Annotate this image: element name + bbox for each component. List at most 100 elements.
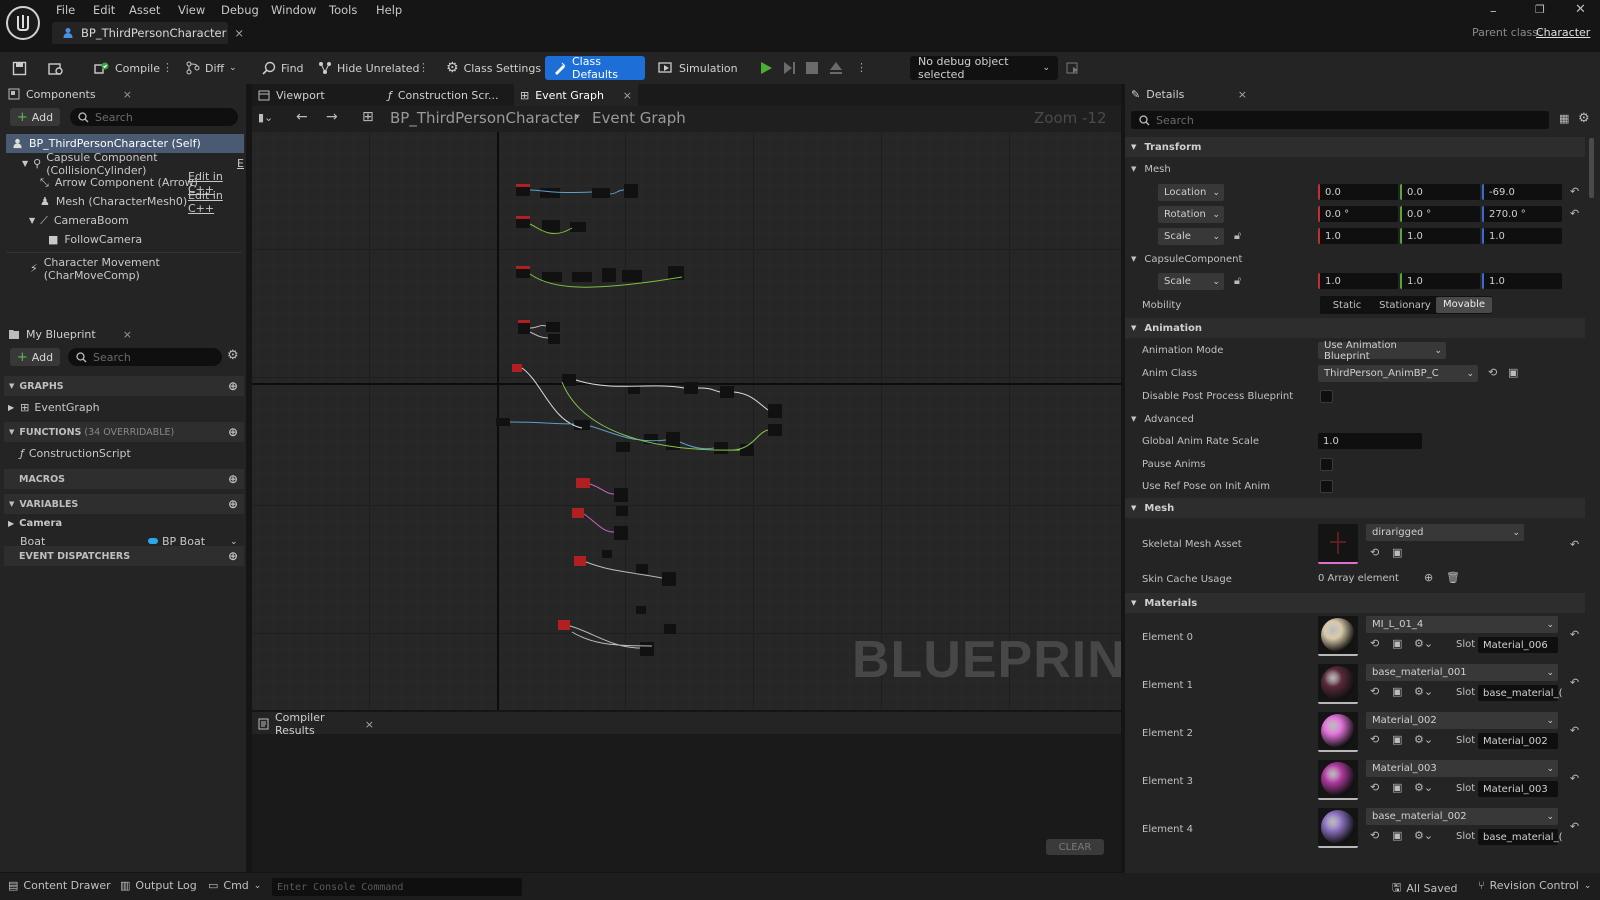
details-search-input[interactable]: Search [1131,111,1549,129]
global-rate-field[interactable]: 1.0 [1318,433,1422,449]
material-thumbnail[interactable] [1318,664,1358,704]
menu-edit[interactable]: Edit [93,3,115,17]
browse-folder-icon[interactable]: ▣ [1392,781,1402,794]
use-selected-icon[interactable]: ⟲ [1370,829,1379,842]
ref-pose-checkbox[interactable] [1320,480,1333,493]
macros-section[interactable]: MACROS ⊕ [4,469,244,489]
mesh-subsection[interactable]: ▼ Mesh [1125,158,1585,180]
browse-folder-icon[interactable]: ▣ [1392,546,1402,559]
material-dropdown[interactable]: MI_L_01_4 ⌄ [1366,616,1558,633]
back-arrow-icon[interactable]: ← [296,109,308,125]
event-dispatchers-section[interactable]: EVENT DISPATCHERS ⊕ [4,546,244,566]
skeletal-mesh-dropdown[interactable]: dirarigged ⌄ [1366,524,1524,541]
unreal-logo-icon[interactable] [6,6,40,40]
table-view-icon[interactable]: ▦ [1559,112,1569,125]
material-dropdown[interactable]: Material_002 ⌄ [1366,712,1558,729]
menu-file[interactable]: File [56,3,75,17]
menu-window[interactable]: Window [271,3,316,17]
restore-icon[interactable]: ❐ [1535,3,1545,16]
close-icon[interactable]: × [1238,88,1247,101]
mobility-toggle[interactable]: Static Stationary Movable [1320,296,1492,314]
node-cluster-movement[interactable] [516,184,638,198]
node-cluster-boat[interactable] [496,364,782,456]
function-item-constructionscript[interactable]: ƒ ConstructionScript [0,444,244,463]
material-thumbnail[interactable] [1318,808,1358,848]
variables-section[interactable]: ▼ VARIABLES ⊕ [4,494,244,514]
node-cluster-jump[interactable] [516,266,684,288]
output-log-button[interactable]: ▥ Output Log [120,879,197,892]
use-selected-icon[interactable]: ⟲ [1370,637,1379,650]
material-thumbnail[interactable] [1318,616,1358,656]
use-selected-icon[interactable]: ⟲ [1488,366,1497,379]
component-item-mesh[interactable]: ♟ Mesh (CharacterMesh0) Edit in C++ [0,189,244,215]
tab-event-graph[interactable]: ⊞ Event Graph × [514,84,638,106]
scale-mode-dropdown[interactable]: Scale ⌄ [1158,228,1224,245]
pause-anims-checkbox[interactable] [1320,458,1333,471]
use-selected-icon[interactable]: ⟲ [1370,733,1379,746]
location-x-field[interactable]: 0.0 [1318,184,1398,200]
advanced-subsection[interactable]: ▼ Advanced [1125,408,1585,430]
browse-folder-icon[interactable]: ▣ [1392,637,1402,650]
browse-folder-icon[interactable]: ▣ [1508,366,1518,379]
my-blueprint-search-input[interactable]: Search [68,348,222,366]
close-icon[interactable]: × [123,328,132,341]
material-dropdown[interactable]: Material_003 ⌄ [1366,760,1558,777]
clear-button[interactable]: CLEAR [1046,839,1104,855]
debug-browse-button[interactable] [1066,56,1080,80]
breadcrumb-root[interactable]: BP_ThirdPersonCharacter [390,109,580,127]
slot-name-field[interactable]: base_material_( [1478,685,1562,701]
disable-post-checkbox[interactable] [1320,390,1333,403]
class-settings-button[interactable]: ⚙ Class Settings [446,56,541,80]
reset-icon[interactable]: ↶ [1570,185,1579,198]
lock-icon[interactable]: 🔓︎ [1234,229,1241,243]
components-tab[interactable]: Components × [8,84,132,104]
rotation-mode-dropdown[interactable]: Rotation ⌄ [1158,206,1224,223]
add-dispatcher-icon[interactable]: ⊕ [228,549,238,563]
lock-icon[interactable]: 🔓︎ [1234,274,1241,288]
mobility-stationary[interactable]: Stationary [1374,300,1436,311]
all-saved-indicator[interactable]: 🖫︎ All Saved [1392,879,1458,898]
document-tab[interactable]: BP_ThirdPersonCharacter × [52,22,244,44]
browse-folder-icon[interactable]: ▣ [1392,829,1402,842]
play-button[interactable] [759,56,773,80]
save-button[interactable] [12,56,27,80]
reset-icon[interactable]: ↶ [1570,676,1579,689]
anim-class-dropdown[interactable]: ThirdPerson_AnimBP_C ⌄ [1318,365,1478,382]
capsule-scale-z-field[interactable]: 1.0 [1482,273,1562,289]
browse-folder-icon[interactable]: ▣ [1392,685,1402,698]
rotation-y-field[interactable]: 0.0 ° [1400,206,1480,222]
mesh-section[interactable]: ▼ Mesh [1125,498,1585,518]
chevron-down-icon[interactable]: ⌄ [230,537,238,547]
cmd-dropdown[interactable]: ▭ Cmd ⌄ [208,879,261,892]
step-button[interactable] [782,56,796,80]
window-close-icon[interactable]: ✕ [1575,2,1586,17]
slot-name-field[interactable]: Material_006 [1478,637,1558,653]
slot-name-field[interactable]: base_material_( [1478,829,1562,845]
debug-object-dropdown[interactable]: No debug object selected ⌄ [910,55,1058,81]
add-element-icon[interactable]: ⊕ [1424,571,1433,584]
animation-section[interactable]: ▼ Animation [1125,318,1585,338]
menu-asset[interactable]: Asset [129,3,160,17]
revision-control-button[interactable]: ⑂ Revision Control ⌄ [1478,879,1591,892]
bookmark-icon[interactable]: ▮⌄ [258,111,273,124]
browse-button[interactable] [48,56,64,80]
material-dropdown[interactable]: base_material_002 ⌄ [1366,808,1558,825]
location-y-field[interactable]: 0.0 [1400,184,1480,200]
material-options-icon[interactable]: ⚙⌄ [1414,685,1433,698]
materials-section[interactable]: ▼ Materials [1125,593,1585,613]
components-search-input[interactable]: Search [70,108,238,126]
add-macro-icon[interactable]: ⊕ [228,472,238,486]
menu-view[interactable]: View [178,3,205,17]
close-icon[interactable]: × [623,89,632,102]
add-component-button[interactable]: + Add [10,108,60,126]
component-item-charmovement[interactable]: ⚡ Character Movement (CharMoveComp) [0,256,244,282]
material-options-icon[interactable]: ⚙⌄ [1414,637,1433,650]
menu-help[interactable]: Help [376,3,402,17]
trash-icon[interactable]: 🗑︎ [1446,571,1460,584]
reset-icon[interactable]: ↶ [1570,628,1579,641]
node-cluster-look[interactable] [516,216,586,235]
class-defaults-button[interactable]: Class Defaults [545,55,645,81]
stop-button[interactable] [806,56,818,80]
reset-icon[interactable]: ↶ [1570,538,1579,551]
reset-icon[interactable]: ↶ [1570,820,1579,833]
